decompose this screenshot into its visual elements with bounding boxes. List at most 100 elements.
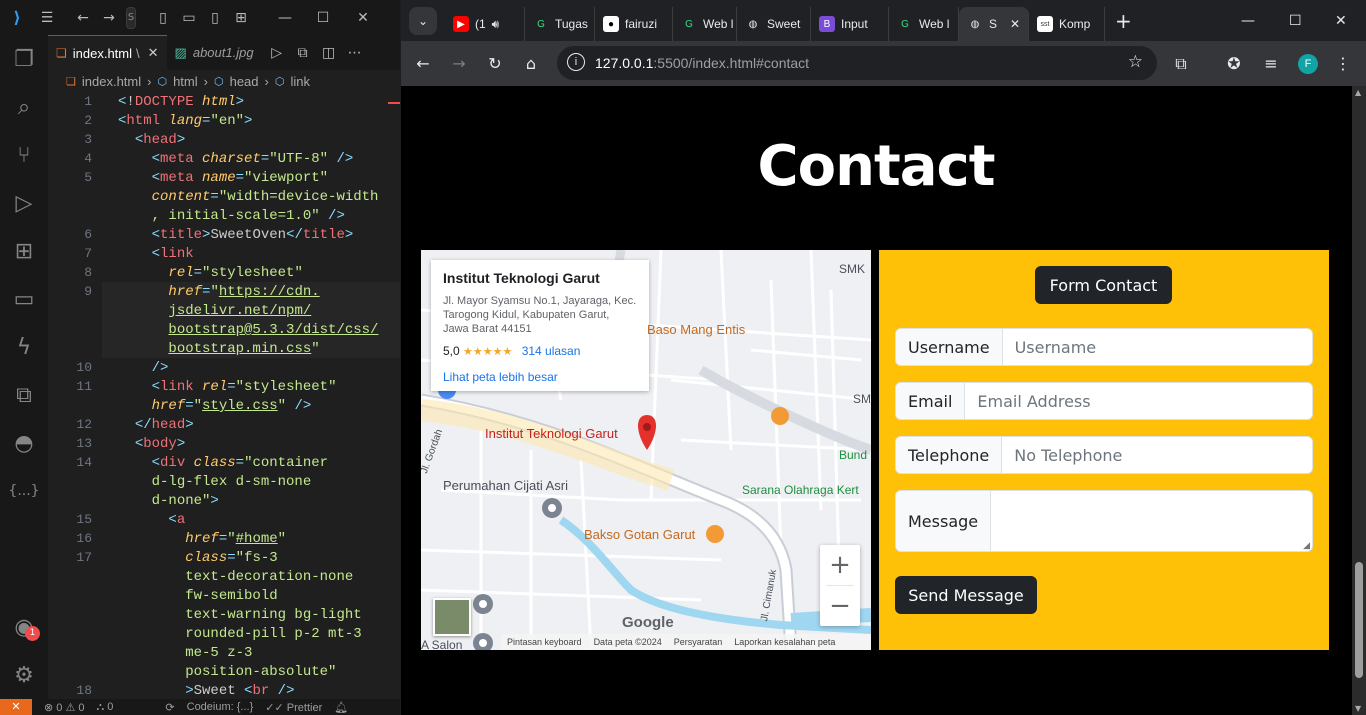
code-line[interactable]: <link <box>118 246 194 262</box>
code-line[interactable]: jsdelivr.net/npm/ <box>118 303 311 319</box>
map-label-baso[interactable]: Baso Mang Entis <box>647 322 745 337</box>
code-line[interactable]: >Sweet <br /> <box>118 683 294 699</box>
resize-grip-icon[interactable]: ◢ <box>1303 541 1310 551</box>
window-minimize-icon[interactable]: — <box>1241 13 1255 29</box>
window-maximize-icon[interactable]: ☐ <box>1289 13 1302 29</box>
extensions-icon[interactable]: ⊞ <box>0 227 48 275</box>
code-line[interactable]: <div class="container <box>118 455 328 471</box>
chrome-menu-icon[interactable]: ⋮ <box>1325 46 1361 82</box>
view-larger-map-link[interactable]: Lihat peta lebih besar <box>443 370 637 384</box>
map-label-pin[interactable]: Institut Teknologi Garut <box>485 426 618 441</box>
code-line[interactable]: bootstrap@5.3.3/dist/css/ <box>118 322 378 338</box>
address-bar[interactable]: i 127.0.0.1:5500/index.html#contact ☆ <box>557 46 1157 80</box>
tab-index-html[interactable]: ❏ index.html \ ✕ <box>48 35 167 70</box>
map-label-sm[interactable]: SM <box>853 392 871 406</box>
problems-status[interactable]: ⊗ 0 ⚠ 0 <box>44 701 85 714</box>
profile-avatar[interactable]: F <box>1298 54 1318 74</box>
code-line[interactable]: content="width=device-width <box>118 189 379 205</box>
more-actions-icon[interactable]: ⋯ <box>342 35 368 70</box>
breadcrumb-file[interactable]: index.html <box>82 74 141 89</box>
docker-icon[interactable]: ◓ <box>0 419 48 467</box>
remote-explorer-icon[interactable]: ▭ <box>0 275 48 323</box>
browser-tab[interactable]: ◍ Sweet <box>737 7 811 41</box>
message-textarea[interactable] <box>991 491 1312 551</box>
forward-arrow-icon[interactable]: → <box>96 0 122 35</box>
map-label-bund[interactable]: Bund <box>839 448 867 462</box>
code-line[interactable]: <title>SweetOven</title> <box>118 227 354 243</box>
split-editor-icon[interactable]: ◫ <box>316 35 342 70</box>
open-preview-icon[interactable]: ⧉ <box>290 35 316 70</box>
google-map-embed[interactable]: Institut Teknologi Garut Jl. Mayor Syams… <box>421 250 871 650</box>
code-line[interactable]: rel="stylesheet" <box>118 265 302 281</box>
browser-tab[interactable]: sst Komp <box>1029 7 1105 41</box>
run-debug-icon[interactable]: ▷ <box>0 179 48 227</box>
notifications-bell-icon[interactable]: 🔔︎ <box>334 701 348 714</box>
username-input[interactable] <box>1002 329 1312 365</box>
code-line[interactable]: <!DOCTYPE html> <box>118 94 244 110</box>
home-icon[interactable]: ⌂ <box>513 46 549 82</box>
testing-icon[interactable]: ⧉ <box>0 371 48 419</box>
search-icon[interactable]: ⌕ <box>0 83 48 131</box>
scroll-down-arrow-icon[interactable]: ▼ <box>1355 704 1361 713</box>
site-info-icon[interactable]: i <box>567 53 585 71</box>
code-line[interactable]: <meta name="viewport" <box>118 170 328 186</box>
window-close-icon[interactable]: ✕ <box>1335 13 1347 29</box>
toggle-secondary-sidebar-icon[interactable]: ▯ <box>202 0 228 35</box>
explorer-icon[interactable]: ❐ <box>0 35 48 83</box>
back-arrow-icon[interactable]: ← <box>70 0 96 35</box>
customize-layout-icon[interactable]: ⊞ <box>228 0 254 35</box>
browser-tab[interactable]: G Tugas <box>525 7 595 41</box>
browser-tab[interactable]: G Web l <box>889 7 959 41</box>
keyboard-shortcuts-link[interactable]: Pintasan keyboard <box>507 637 582 647</box>
toggle-panel-icon[interactable]: ▭ <box>176 0 202 35</box>
code-line[interactable]: href="#home" <box>118 531 286 547</box>
code-line[interactable]: <a <box>118 512 185 528</box>
back-icon[interactable]: ← <box>405 46 441 82</box>
prettier-status[interactable]: ✓✓ Prettier <box>265 701 322 714</box>
zoom-out-button[interactable]: − <box>820 586 860 626</box>
code-line[interactable]: <meta charset="UTF-8" /> <box>118 151 354 167</box>
page-scrollbar[interactable]: ▲ ▼ <box>1352 86 1366 715</box>
code-line[interactable]: position-absolute" <box>118 664 336 680</box>
map-label-bakso[interactable]: Bakso Gotan Garut <box>584 527 695 542</box>
media-controls-icon[interactable]: ≡ <box>1253 46 1289 82</box>
browser-tab[interactable]: ◍ S ✕ <box>959 7 1029 41</box>
account-icon[interactable]: ◉ <box>0 603 48 651</box>
code-line[interactable]: <html lang="en"> <box>118 113 252 129</box>
breadcrumb-head[interactable]: head <box>230 74 259 89</box>
code-line[interactable]: d-lg-flex d-sm-none <box>118 474 312 490</box>
code-line[interactable]: <body> <box>118 436 185 452</box>
menu-icon[interactable]: ☰ <box>34 0 60 35</box>
browser-tab[interactable]: ▶ (1 🔊︎ <box>445 7 525 41</box>
tab-close-icon[interactable]: ✕ <box>148 45 159 61</box>
json-icon[interactable]: {...} <box>0 467 48 515</box>
settings-gear-icon[interactable]: ⚙ <box>0 651 48 699</box>
run-icon[interactable]: ▷ <box>264 35 290 70</box>
code-editor[interactable]: 1 <!DOCTYPE html> 2 <html lang="en"> 3 <head… <box>48 92 400 699</box>
code-line[interactable]: rounded-pill p-2 mt-3 <box>118 626 361 642</box>
remote-indicator-icon[interactable]: ✕ <box>0 699 32 715</box>
tab-close-icon[interactable]: ✕ <box>1010 17 1020 31</box>
code-line[interactable]: d-none"> <box>118 493 219 509</box>
code-line[interactable]: href="https://cdn. <box>118 284 319 300</box>
breadcrumb-link[interactable]: link <box>290 74 310 89</box>
browser-tab[interactable]: ● fairuzi <box>595 7 673 41</box>
telephone-input[interactable] <box>1002 437 1312 473</box>
minimize-icon[interactable]: — <box>272 0 298 35</box>
code-line[interactable]: text-warning bg-light <box>118 607 361 623</box>
code-line[interactable]: fw-semibold <box>118 588 277 604</box>
code-line[interactable]: class="fs-3 <box>118 550 277 566</box>
command-center-search[interactable]: S <box>126 6 136 29</box>
codeium-status[interactable]: Codeium: {...} <box>187 701 254 713</box>
satellite-toggle[interactable] <box>433 598 471 636</box>
scrollbar-thumb[interactable] <box>1355 562 1363 678</box>
tab-search-icon[interactable]: ⌄ <box>409 6 437 35</box>
code-line[interactable]: text-decoration-none <box>118 569 353 585</box>
code-line[interactable]: </head> <box>118 417 194 433</box>
map-label-sarana[interactable]: Sarana Olahraga Kert <box>742 483 859 497</box>
zoom-in-button[interactable]: + <box>820 545 860 585</box>
bookmark-star-icon[interactable]: ☆ <box>1128 52 1143 72</box>
close-icon[interactable]: ✕ <box>350 0 376 35</box>
performance-icon[interactable]: ✪ <box>1216 46 1252 82</box>
maximize-icon[interactable]: ☐ <box>310 0 336 35</box>
